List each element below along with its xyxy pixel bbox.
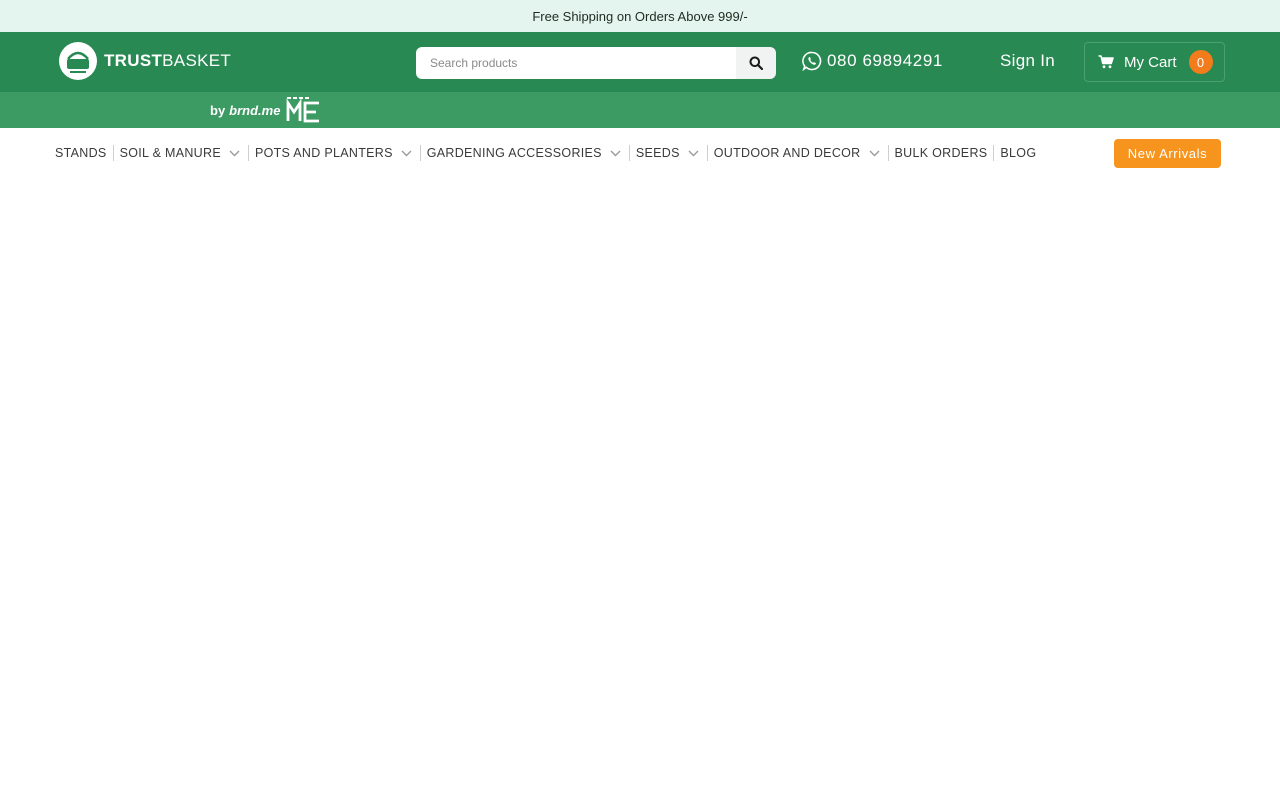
nav-item-label: SEEDS bbox=[635, 146, 680, 160]
nav-item-label: BULK ORDERS bbox=[894, 146, 988, 160]
new-arrivals-button[interactable]: New Arrivals bbox=[1114, 139, 1221, 168]
nav-list: STANDS SOIL & MANURE POTS AND PLANTERS G… bbox=[55, 145, 1036, 161]
nav-item-label: OUTDOOR AND DECOR bbox=[713, 146, 861, 160]
chevron-down-icon bbox=[688, 150, 699, 156]
phone-number: 080 69894291 bbox=[827, 51, 943, 70]
whatsapp-contact[interactable]: 080 69894291 bbox=[802, 51, 943, 71]
partner-bar: by brnd.me bbox=[0, 92, 1280, 128]
shopping-cart-icon bbox=[1098, 55, 1114, 69]
nav-item-gardening-accessories[interactable]: GARDENING ACCESSORIES bbox=[427, 146, 623, 160]
search-input[interactable] bbox=[416, 47, 736, 79]
brand-name-light: BASKET bbox=[162, 51, 232, 70]
partner-branding: by brnd.me bbox=[210, 96, 322, 124]
nav-item-pots-planters[interactable]: POTS AND PLANTERS bbox=[255, 146, 414, 160]
nav-item-label: POTS AND PLANTERS bbox=[254, 146, 393, 160]
chevron-down-icon bbox=[401, 150, 412, 156]
trustbasket-logo-icon bbox=[59, 42, 97, 80]
announcement-text: Free Shipping on Orders Above 999/- bbox=[532, 8, 748, 24]
nav-divider bbox=[419, 145, 421, 161]
nav-item-outdoor-decor[interactable]: OUTDOOR AND DECOR bbox=[714, 146, 882, 160]
brand-wordmark: TRUSTBASKET bbox=[104, 51, 231, 71]
by-text: by bbox=[210, 102, 226, 118]
nav-divider bbox=[993, 145, 995, 161]
search-bar bbox=[416, 47, 776, 79]
chevron-down-icon bbox=[610, 150, 621, 156]
cart-count-badge: 0 bbox=[1188, 50, 1213, 74]
category-nav: STANDS SOIL & MANURE POTS AND PLANTERS G… bbox=[0, 128, 1280, 180]
nav-divider bbox=[706, 145, 708, 161]
nav-item-label: STANDS bbox=[55, 146, 107, 160]
nav-item-soil-manure[interactable]: SOIL & MANURE bbox=[120, 146, 242, 160]
nav-divider bbox=[247, 145, 249, 161]
nav-divider bbox=[112, 145, 114, 161]
nav-item-label: BLOG bbox=[1000, 146, 1037, 160]
sign-in-link[interactable]: Sign In bbox=[1000, 51, 1055, 71]
cart-label: My Cart bbox=[1124, 53, 1177, 71]
nav-item-label: SOIL & MANURE bbox=[119, 146, 221, 160]
cart-button[interactable]: My Cart 0 bbox=[1084, 42, 1225, 82]
nav-item-stands[interactable]: STANDS bbox=[55, 146, 107, 160]
main-header: TRUSTBASKET 080 69894291 Sign In My Cart… bbox=[0, 32, 1280, 92]
nav-item-seeds[interactable]: SEEDS bbox=[636, 146, 701, 160]
search-icon bbox=[749, 56, 763, 70]
nav-divider bbox=[628, 145, 630, 161]
nav-item-label: GARDENING ACCESSORIES bbox=[426, 146, 602, 160]
chevron-down-icon bbox=[229, 150, 240, 156]
chevron-down-icon bbox=[869, 150, 879, 156]
brnd-me-logo-icon bbox=[287, 97, 320, 123]
search-button[interactable] bbox=[736, 47, 776, 79]
nav-item-bulk-orders[interactable]: BULK ORDERS bbox=[895, 146, 988, 160]
brand-logo[interactable]: TRUSTBASKET bbox=[58, 41, 231, 81]
partner-name: brnd.me bbox=[229, 102, 281, 118]
whatsapp-icon bbox=[802, 51, 822, 71]
nav-item-blog[interactable]: BLOG bbox=[1000, 146, 1036, 160]
nav-divider bbox=[887, 145, 889, 161]
announcement-bar: Free Shipping on Orders Above 999/- bbox=[0, 0, 1280, 32]
brand-name-bold: TRUST bbox=[104, 51, 163, 70]
